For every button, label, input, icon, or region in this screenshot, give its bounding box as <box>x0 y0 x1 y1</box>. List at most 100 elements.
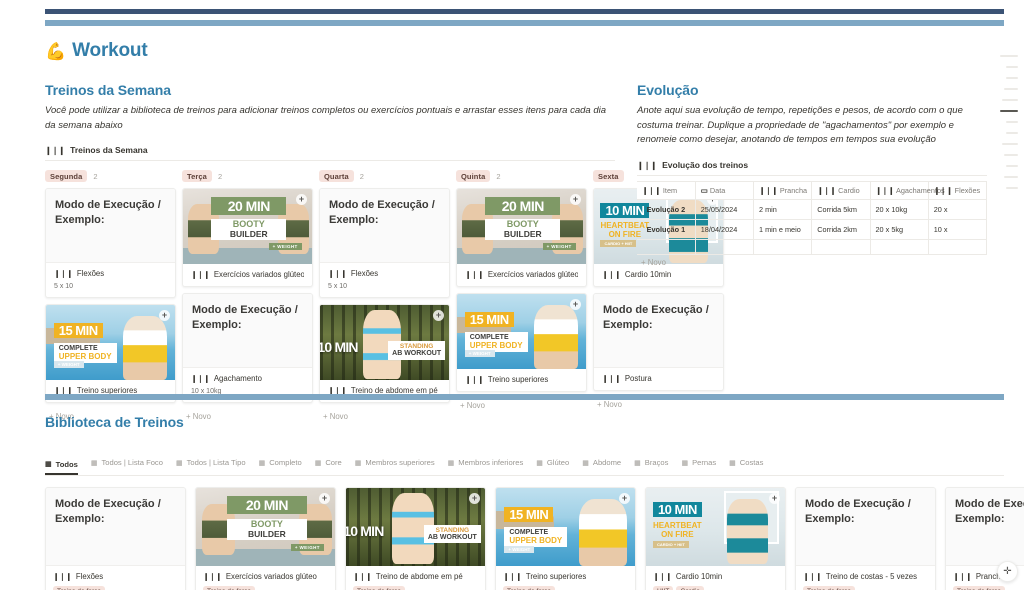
board-card[interactable]: 10 MIN STANDING AB WORKOUT + ❙❘❙ Treino de ab… <box>319 304 450 404</box>
add-to-day-icon[interactable]: + <box>769 493 780 504</box>
add-to-day-icon[interactable]: + <box>469 493 480 504</box>
add-to-day-icon[interactable]: + <box>319 493 330 504</box>
outline-minimap-line[interactable] <box>1002 99 1018 101</box>
table-cell[interactable] <box>637 239 696 256</box>
evolution-new-row-button[interactable]: + Novo <box>637 255 987 270</box>
board-card[interactable]: Modo de Execução / Exemplo: ❙❘❙ Flexões 5 x… <box>319 188 450 299</box>
table-cell[interactable] <box>811 239 871 256</box>
add-to-day-icon[interactable]: + <box>570 299 581 311</box>
card-tag[interactable]: Treino de força <box>503 586 556 590</box>
board-card[interactable]: 15 MIN COMPLETE UPPER BODY + WEIGHT + ❙❘❙ Trei… <box>45 304 176 404</box>
add-to-day-icon[interactable]: + <box>296 194 307 206</box>
outline-minimap-line[interactable] <box>1004 88 1018 90</box>
card-tag[interactable]: Treino de força <box>953 586 1006 590</box>
standing-ab-thumb[interactable]: 10 MIN STANDING AB WORKOUT + <box>346 488 485 566</box>
card-tag[interactable]: HIIT <box>653 586 674 590</box>
table-header-flexões[interactable]: ❙❘❙ Flexões <box>928 181 988 201</box>
library-tab-membros-inferiores[interactable]: ▦ Membros inferiores <box>448 458 524 471</box>
upper-body-thumb[interactable]: 15 MIN COMPLETE UPPER BODY + WEIGHT + <box>46 305 175 381</box>
week-database-title[interactable]: ❙❘❙ Treinos da Semana <box>45 145 615 162</box>
outline-minimap-line[interactable] <box>1006 187 1018 189</box>
library-card[interactable]: 10 MIN HEARTBEAT ON FIRE CARDIO + HIIT + ❙❘❙ C… <box>645 487 786 590</box>
library-card[interactable]: 15 MIN COMPLETE UPPER BODY + WEIGHT + ❙❘❙ Trei… <box>495 487 636 590</box>
library-tab-core[interactable]: ▦ Core <box>315 458 342 471</box>
booty-builder-thumb[interactable]: 20 MIN BOOTY BUILDER + WEIGHT + <box>196 488 335 566</box>
board-card[interactable]: Modo de Execução / Exemplo: ❙❘❙ Agachament… <box>182 293 313 404</box>
table-cell[interactable] <box>928 239 988 256</box>
card-tag[interactable]: Treino de força <box>803 586 856 590</box>
library-card[interactable]: 10 MIN STANDING AB WORKOUT + ❙❘❙ Treino de ab… <box>345 487 486 590</box>
table-cell[interactable]: 20 x 5kg <box>870 219 929 241</box>
standing-ab-thumb[interactable]: 10 MIN STANDING AB WORKOUT + <box>320 305 449 381</box>
card-tag[interactable]: Treino de força <box>53 586 106 590</box>
outline-minimap-line[interactable] <box>1006 132 1018 134</box>
table-header-prancha[interactable]: ❙❘❙ Prancha <box>753 181 813 201</box>
library-tab-todos-lista-tipo[interactable]: ▦ Todos | Lista Tipo <box>176 458 246 471</box>
cardio-thumb[interactable]: 10 MINHEARTBEATON FIRECARDIO + HIIT+ <box>646 488 785 566</box>
add-to-day-icon[interactable]: + <box>619 493 630 504</box>
table-row[interactable]: Evolução 2 25/05/2024 2 min Corrida 5km 20 x… <box>637 199 988 221</box>
evolution-database-title[interactable]: ❙❘❙ Evolução dos treinos <box>637 160 987 177</box>
table-header-item[interactable]: ❙❘❙ Item <box>637 181 696 201</box>
outline-minimap-line[interactable] <box>1004 154 1018 156</box>
outline-minimap-line[interactable] <box>1006 165 1018 167</box>
table-cell[interactable] <box>753 239 813 256</box>
library-tab-abdome[interactable]: ▦ Abdome <box>582 458 621 471</box>
table-header-agachamentos[interactable]: ❙❘❙ Agachamentos <box>870 181 945 201</box>
library-tab-costas[interactable]: ▦ Costas <box>729 458 763 471</box>
table-cell[interactable]: Corrida 5km <box>811 199 871 221</box>
table-cell[interactable]: Corrida 2km <box>811 219 871 241</box>
add-to-day-icon[interactable]: + <box>570 194 581 206</box>
library-tab-todos[interactable]: ▦ Todos <box>45 460 78 475</box>
board-card[interactable]: 15 MIN COMPLETE UPPER BODY + WEIGHT + ❙❘❙ Trei… <box>456 293 587 393</box>
board-card[interactable]: 20 MIN BOOTY BUILDER + WEIGHT + ❙❘❙ Exercícios… <box>456 188 587 288</box>
table-header-cardio[interactable]: ❙❘❙ Cardio <box>811 181 871 201</box>
outline-minimap-line[interactable] <box>1000 55 1018 57</box>
outline-minimap-line[interactable] <box>1002 143 1018 145</box>
board-card[interactable]: Modo de Execução / Exemplo: ❙❘❙ Flexões 5 x… <box>45 188 176 299</box>
table-cell[interactable]: 10 x <box>928 219 988 241</box>
library-card[interactable]: Modo de Execução / Exemplo: ❙❘❙ Treino de … <box>795 487 936 590</box>
upper-body-thumb[interactable]: 15 MIN COMPLETE UPPER BODY + WEIGHT + <box>457 294 586 370</box>
card-preview-heading: Modo de Execução / Exemplo: <box>55 498 161 525</box>
card-tag[interactable]: Cardio <box>676 586 704 590</box>
library-tab-todos-lista-foco[interactable]: ▦ Todos | Lista Foco <box>91 458 163 471</box>
outline-minimap-line[interactable] <box>1006 121 1018 123</box>
table-cell[interactable]: 1 min e meio <box>753 219 813 241</box>
library-tab-pernas[interactable]: ▦ Pernas <box>681 458 716 471</box>
outline-minimap[interactable] <box>1000 55 1018 189</box>
table-cell[interactable]: Evolução 2 <box>637 199 696 221</box>
library-tab-bra-os[interactable]: ▦ Braços <box>634 458 668 471</box>
table-cell[interactable]: Evolução 1 <box>637 219 696 241</box>
card-tag[interactable]: Treino de força <box>203 586 256 590</box>
table-row[interactable]: Evolução 1 18/04/2024 1 min e meio Corrida … <box>637 219 988 241</box>
add-to-day-icon[interactable]: + <box>159 310 170 322</box>
library-card[interactable]: 20 MIN BOOTY BUILDER + WEIGHT + ❙❘❙ Exercícios… <box>195 487 336 590</box>
library-tab-membros-superiores[interactable]: ▦ Membros superiores <box>355 458 435 471</box>
table-cell[interactable]: 18/04/2024 <box>695 219 755 241</box>
upper-body-thumb[interactable]: 15 MIN COMPLETE UPPER BODY + WEIGHT + <box>496 488 635 566</box>
table-cell[interactable]: 25/05/2024 <box>695 199 755 221</box>
outline-minimap-line[interactable] <box>1006 77 1018 79</box>
card-tag[interactable]: Treino de força <box>353 586 406 590</box>
table-header-data[interactable]: ▭ Data <box>695 181 755 201</box>
table-cell[interactable]: 20 x 10kg <box>870 199 929 221</box>
table-cell[interactable] <box>695 239 755 256</box>
booty-builder-thumb[interactable]: 20 MIN BOOTY BUILDER + WEIGHT + <box>457 189 586 265</box>
library-card[interactable]: Modo de Execução / Exemplo: ❙❘❙Flexões Tre… <box>45 487 186 590</box>
library-tab-gl-teo[interactable]: ▦ Glúteo <box>536 458 569 471</box>
booty-builder-thumb[interactable]: 20 MIN BOOTY BUILDER + WEIGHT + <box>183 189 312 265</box>
outline-minimap-line[interactable] <box>1000 110 1018 112</box>
column-new-card-button[interactable]: + Novo <box>456 398 587 413</box>
outline-minimap-line[interactable] <box>1006 66 1018 68</box>
table-cell[interactable]: 20 x <box>928 199 988 221</box>
board-card[interactable]: Modo de Execução / Exemplo: ❙❘❙ Postura <box>593 293 724 392</box>
table-cell[interactable]: 2 min <box>753 199 813 221</box>
week-section-description: Você pode utilizar a biblioteca de trein… <box>45 105 606 131</box>
table-cell[interactable] <box>870 239 929 256</box>
move-cursor-icon[interactable]: ✛ <box>997 561 1018 582</box>
table-empty-row[interactable] <box>637 239 988 256</box>
board-card[interactable]: 20 MIN BOOTY BUILDER + WEIGHT + ❙❘❙ Exercícios… <box>182 188 313 288</box>
library-tab-completo[interactable]: ▦ Completo <box>259 458 302 471</box>
outline-minimap-line[interactable] <box>1004 176 1018 178</box>
